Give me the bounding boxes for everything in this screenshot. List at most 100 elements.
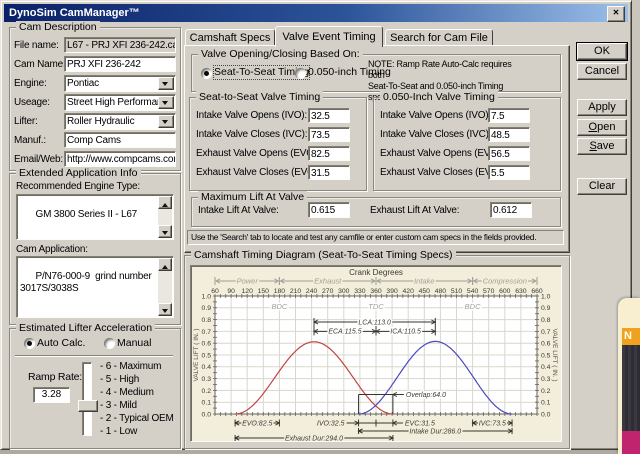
chevron-down-icon[interactable] (158, 96, 174, 109)
svg-text:Exhaust Dur:294.0: Exhaust Dur:294.0 (285, 435, 343, 441)
svg-text:0.7: 0.7 (541, 329, 551, 336)
intake-lift-input[interactable]: 0.615 (308, 202, 350, 218)
cancel-button[interactable]: Cancel (577, 63, 627, 80)
seat-timing-title: Seat-to-Seat Valve Timing (196, 91, 324, 104)
svg-text:0.2: 0.2 (541, 388, 551, 395)
timing-diagram-panel: 60 90 120 150 180 210 240 270 300 330 360 390 420 450… (190, 265, 562, 444)
lifter-radio-manual[interactable] (104, 338, 115, 349)
intake-valve-closes-ivc-input[interactable]: 73.5 (308, 127, 350, 142)
svg-text:210: 210 (290, 288, 302, 295)
scroll-down-icon[interactable] (158, 225, 172, 238)
svg-text:0.1: 0.1 (202, 400, 212, 407)
svg-text:ICA:110.5: ICA:110.5 (390, 329, 421, 336)
engine-type-scrollbar[interactable] (158, 196, 172, 238)
svg-text:LCA:113.0: LCA:113.0 (358, 319, 391, 326)
svg-text:390: 390 (386, 288, 398, 295)
svg-text:60: 60 (211, 288, 219, 295)
svg-text:330: 330 (354, 288, 366, 295)
search-hint: Use the 'Search' tab to locate and test … (187, 230, 564, 245)
svg-text:510: 510 (451, 288, 463, 295)
manuf-label: Manuf.: (14, 135, 46, 146)
svg-text:Crank Degrees: Crank Degrees (349, 268, 403, 277)
timing-row-intake-valve-closes-ivc: Intake Valve Closes (IVC): 73.5 (190, 127, 366, 143)
manuf-input[interactable]: Comp Cams (64, 132, 176, 148)
svg-text:180: 180 (274, 288, 286, 295)
inch-timing-title: 0.050-Inch Valve Timing (380, 91, 498, 104)
svg-text:1.0: 1.0 (202, 293, 212, 300)
svg-text:90: 90 (227, 288, 235, 295)
save-button[interactable]: Save (577, 138, 627, 155)
file-name-input[interactable]: L67 - PRJ XFI 236-242.cam (64, 37, 176, 53)
open-button[interactable]: Open (577, 119, 627, 136)
separator (15, 355, 173, 357)
cam-application-scrollbar[interactable] (158, 258, 172, 316)
exhaust-valve-opens-evo-label: Exhaust Valve Opens (EVO): (196, 148, 320, 159)
exhaust-lift-input[interactable]: 0.612 (490, 202, 532, 218)
clear-button[interactable]: Clear (577, 178, 627, 195)
close-icon[interactable]: ✕ (607, 6, 625, 22)
exhaust-valve-closes-evc-input[interactable]: 31.5 (308, 165, 350, 180)
file-name-label: File name: (14, 40, 59, 51)
exhaust-valve-opens-evo-input[interactable]: 82.5 (308, 146, 350, 161)
lifter-select[interactable]: Roller Hydraulic (64, 113, 176, 130)
engine-type-textarea[interactable]: GM 3800 Series II - L67 (16, 194, 174, 240)
field-row-manuf: Manuf.: Comp Cams (14, 132, 176, 149)
field-row-useage: Useage: Street High Performance (14, 94, 176, 111)
ramp-rate-slider-thumb[interactable] (78, 400, 98, 412)
svg-text:1.0: 1.0 (541, 293, 551, 300)
exhaust-valve-closes-evc-input[interactable]: 5.5 (488, 165, 530, 180)
timing-row-intake-valve-opens-ivo: Intake Valve Opens (IVO): 32.5 (190, 108, 366, 124)
svg-text:IVO:32.5: IVO:32.5 (317, 420, 345, 427)
background-window-footer (622, 431, 640, 454)
title-bar[interactable]: DynoSim CamManager™ ✕ (4, 4, 628, 22)
chevron-down-icon[interactable] (158, 77, 174, 90)
exhaust-valve-opens-evo-input[interactable]: 56.5 (488, 146, 530, 161)
engine-type-value: GM 3800 Series II - L67 (35, 209, 138, 220)
engine-select[interactable]: Pontiac (64, 75, 176, 92)
svg-text:TDC: TDC (368, 302, 384, 311)
svg-text:0.0: 0.0 (541, 411, 551, 418)
intake-valve-opens-ivo-input[interactable]: 32.5 (308, 108, 350, 123)
intake-valve-opens-ivo-input[interactable]: 7.5 (488, 108, 530, 123)
svg-text:IVC:73.5: IVC:73.5 (479, 420, 506, 427)
window-title: DynoSim CamManager™ (9, 7, 140, 19)
timing-row-exhaust-valve-opens-evo: Exhaust Valve Opens (EVO): 82.5 (190, 146, 366, 162)
exhaust-valve-closes-evc-label: Exhaust Valve Closes (EVC): (380, 167, 504, 178)
timing-row-exhaust-valve-opens-evo: Exhaust Valve Opens (EVO): 56.5 (374, 146, 560, 162)
svg-text:270: 270 (322, 288, 334, 295)
intake-valve-closes-ivc-input[interactable]: 48.5 (488, 127, 530, 142)
ramp-scale-item: - 5 - High (100, 374, 140, 385)
svg-text:0.8: 0.8 (202, 317, 212, 324)
cam-application-textarea[interactable]: P/N76-000-9 grind number 3017S/3038S (16, 256, 174, 318)
apply-button[interactable]: Apply (577, 99, 627, 116)
useage-select[interactable]: Street High Performance (64, 94, 176, 111)
svg-text:0.3: 0.3 (202, 376, 212, 383)
svg-text:0.2: 0.2 (202, 388, 212, 395)
svg-text:Intake: Intake (414, 277, 434, 286)
intake-valve-opens-ivo-label: Intake Valve Opens (IVO): (380, 110, 491, 121)
chevron-down-icon[interactable] (158, 115, 174, 128)
lifter-value: Roller Hydraulic (67, 116, 135, 127)
email-web-input[interactable]: http://www.compcams.com (64, 151, 176, 167)
lifter-radio-auto-calc[interactable] (24, 338, 35, 349)
ramp-scale-item: - 1 - Low (100, 426, 138, 437)
svg-text:0.9: 0.9 (202, 305, 212, 312)
scroll-down-icon[interactable] (158, 303, 172, 316)
extended-info-title: Extended Application Info (16, 167, 141, 180)
ramp-rate-slider[interactable] (82, 362, 92, 436)
scroll-up-icon[interactable] (158, 258, 172, 271)
based-on-radio-0-050-inch-timing[interactable] (295, 68, 306, 79)
timing-row-intake-valve-opens-ivo: Intake Valve Opens (IVO): 7.5 (374, 108, 560, 124)
timing-diagram: 60 90 120 150 180 210 240 270 300 330 360 390 420 450… (193, 268, 558, 444)
tab-valve-event-timing[interactable]: Valve Event Timing (275, 26, 383, 47)
tab-camshaft-specs[interactable]: Camshaft Specs (185, 29, 275, 46)
timing-row-exhaust-valve-closes-evc: Exhaust Valve Closes (EVC): 5.5 (374, 165, 560, 181)
cam-name-input[interactable]: PRJ XFI 236-242 (64, 56, 176, 72)
svg-text:420: 420 (403, 288, 415, 295)
ok-button[interactable]: OK (577, 43, 627, 60)
scroll-up-icon[interactable] (158, 196, 172, 209)
based-on-radio-seat-to-seat-timing[interactable] (201, 68, 212, 79)
tab-search-for-cam-file[interactable]: Search for Cam File (385, 29, 493, 46)
cam-application-label: Cam Application: (16, 244, 88, 255)
lifter-acceleration-title: Estimated Lifter Acceleration (16, 322, 156, 335)
